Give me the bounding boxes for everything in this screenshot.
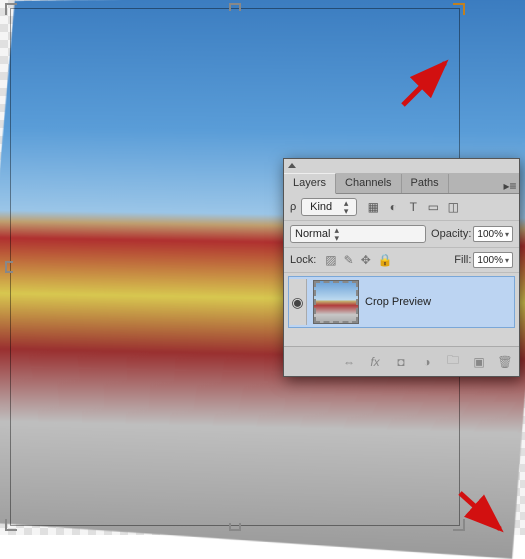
layer-thumbnail[interactable] (313, 280, 359, 324)
fx-icon[interactable]: fx (367, 355, 383, 369)
new-layer-icon[interactable]: ▣ (471, 355, 487, 369)
opacity-label: Opacity: (431, 228, 471, 240)
kind-select[interactable]: Kind ▴▾ (301, 198, 357, 216)
trash-icon[interactable]: 🗑 (497, 355, 513, 369)
updown-icon: ▴▾ (344, 199, 349, 215)
filter-shape-icon[interactable]: ▭ (426, 200, 440, 214)
adjustment-icon[interactable]: ◑ (419, 355, 435, 369)
tab-layers[interactable]: Layers (284, 173, 336, 194)
crop-handle-top-right[interactable] (453, 3, 465, 15)
crop-handle-bottom-left[interactable] (5, 519, 17, 531)
group-icon[interactable]: 🗀 (445, 351, 461, 372)
eye-icon: ◉ (291, 294, 303, 311)
layers-list: ◉ Crop Preview (284, 273, 519, 346)
filter-row: ρ Kind ▴▾ ▦ ◐ T ▭ ◫ (284, 194, 519, 221)
link-layers-icon[interactable]: ⇔ (341, 355, 357, 369)
lock-pixels-icon[interactable]: ✎ (344, 253, 354, 267)
layer-item[interactable]: ◉ Crop Preview (288, 276, 515, 328)
tab-channels[interactable]: Channels (336, 174, 401, 193)
lock-position-icon[interactable]: ✥ (361, 253, 371, 267)
crop-handle-bottom-right[interactable] (453, 519, 465, 531)
blend-mode-select[interactable]: Normal ▴▾ (290, 225, 426, 243)
filter-image-icon[interactable]: ▦ (366, 200, 380, 214)
filter-type-icon[interactable]: T (406, 200, 420, 214)
dropdown-icon: ▾ (505, 230, 509, 239)
kind-select-label: Kind (310, 201, 332, 213)
updown-icon: ▴▾ (334, 226, 339, 242)
visibility-toggle[interactable]: ◉ (289, 279, 307, 325)
fill-field[interactable]: 100% ▾ (473, 252, 513, 268)
fill-label: Fill: (454, 254, 471, 266)
crop-handle-mid-left[interactable] (5, 261, 13, 273)
lock-transparency-icon[interactable]: ▨ (325, 253, 336, 267)
fill-value: 100% (477, 255, 503, 266)
collapse-icon[interactable] (288, 163, 296, 168)
panel-footer: ⇔ fx ◘ ◑ 🗀 ▣ 🗑 (284, 346, 519, 376)
blend-row: Normal ▴▾ Opacity: 100% ▾ (284, 221, 519, 248)
panel-menu-icon[interactable]: ▸≡ (501, 179, 519, 193)
crop-handle-mid-top[interactable] (229, 3, 241, 11)
lock-label: Lock: (290, 254, 316, 266)
layer-name[interactable]: Crop Preview (365, 296, 431, 308)
filter-fx-icon[interactable]: ◐ (386, 200, 400, 214)
lock-row: Lock: ▨ ✎ ✥ 🔒 Fill: 100% ▾ (284, 248, 519, 273)
kind-label: ρ (290, 201, 296, 213)
opacity-value: 100% (477, 229, 503, 240)
opacity-field[interactable]: 100% ▾ (473, 226, 513, 242)
lock-all-icon[interactable]: 🔒 (378, 253, 393, 267)
filter-smart-icon[interactable]: ◫ (446, 200, 460, 214)
tab-paths[interactable]: Paths (402, 174, 449, 193)
blend-mode-value: Normal (295, 228, 330, 240)
panel-tabbar: Layers Channels Paths ▸≡ (284, 173, 519, 194)
layers-panel[interactable]: Layers Channels Paths ▸≡ ρ Kind ▴▾ ▦ ◐ T… (283, 158, 520, 377)
mask-icon[interactable]: ◘ (393, 355, 409, 369)
crop-handle-top-left[interactable] (5, 3, 17, 15)
dropdown-icon: ▾ (505, 256, 509, 265)
panel-drag-handle[interactable] (284, 159, 519, 173)
crop-handle-mid-bottom[interactable] (229, 523, 241, 531)
